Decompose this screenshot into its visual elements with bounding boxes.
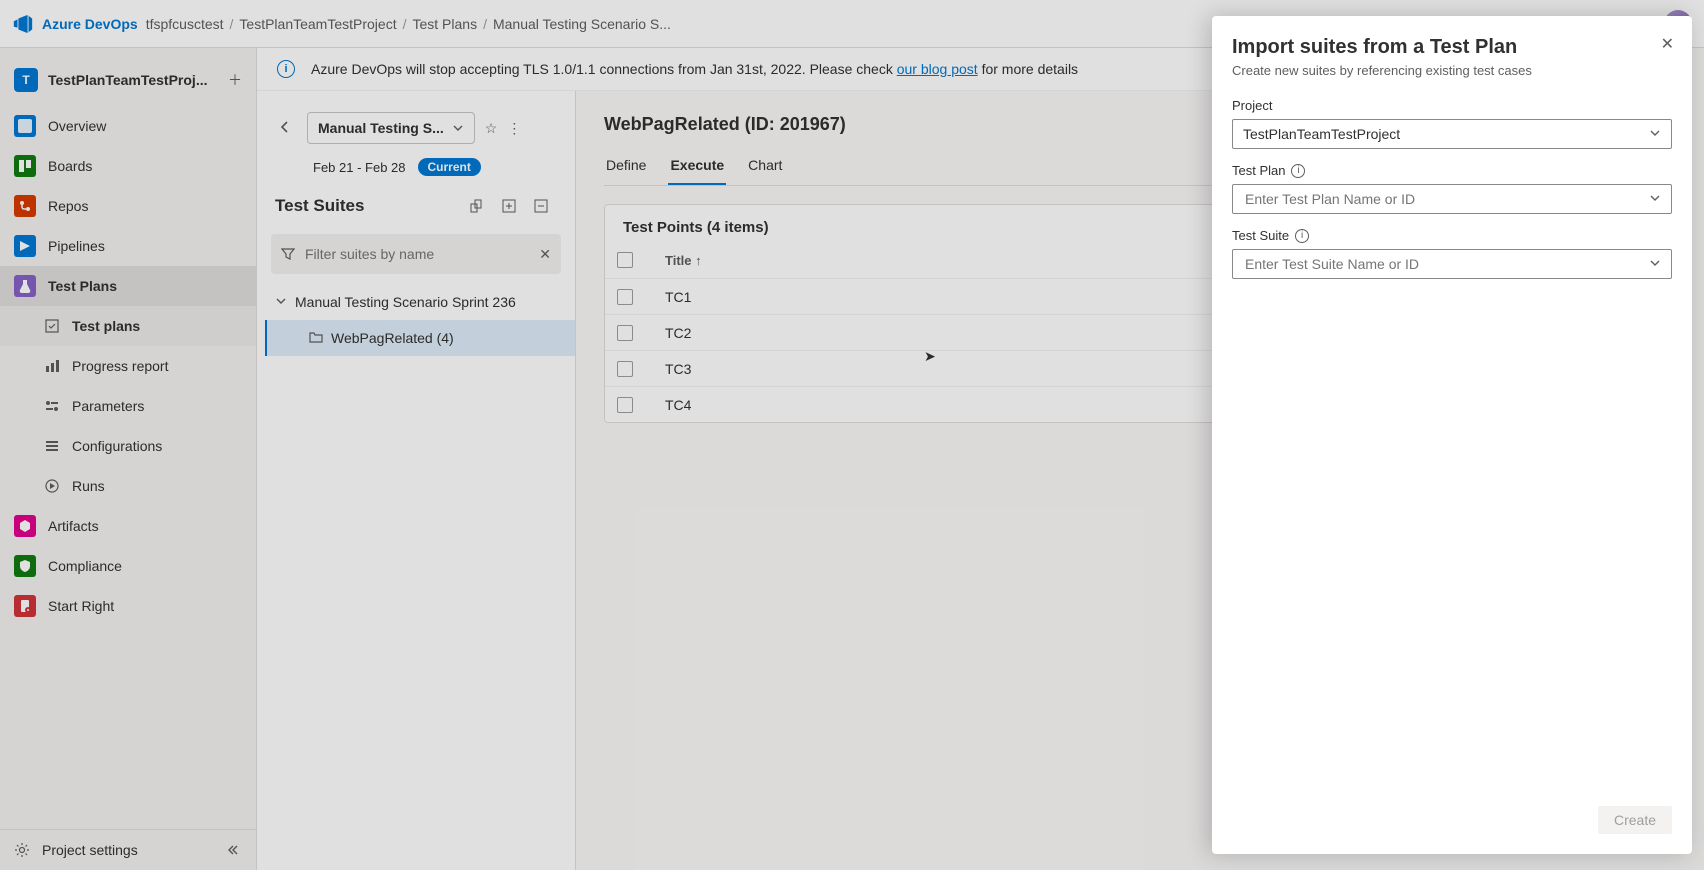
info-icon[interactable]: i: [1291, 164, 1305, 178]
import-suites-drawer: ✕ Import suites from a Test Plan Create …: [1212, 16, 1692, 854]
chevron-down-icon: [1649, 191, 1661, 207]
drawer-subtitle: Create new suites by referencing existin…: [1232, 63, 1672, 78]
chevron-down-icon: [1649, 126, 1661, 142]
testplan-select[interactable]: [1232, 184, 1672, 214]
testsuite-input[interactable]: [1243, 255, 1649, 273]
project-select[interactable]: TestPlanTeamTestProject: [1232, 119, 1672, 149]
info-icon[interactable]: i: [1295, 229, 1309, 243]
testplan-label: Test Plan i: [1232, 163, 1672, 178]
project-label: Project: [1232, 98, 1672, 113]
drawer-title: Import suites from a Test Plan: [1232, 36, 1672, 59]
project-value: TestPlanTeamTestProject: [1243, 126, 1649, 142]
chevron-down-icon: [1649, 256, 1661, 272]
close-icon[interactable]: ✕: [1661, 34, 1674, 54]
testplan-input[interactable]: [1243, 190, 1649, 208]
testsuite-select[interactable]: [1232, 249, 1672, 279]
testsuite-label: Test Suite i: [1232, 228, 1672, 243]
create-button[interactable]: Create: [1598, 806, 1672, 834]
